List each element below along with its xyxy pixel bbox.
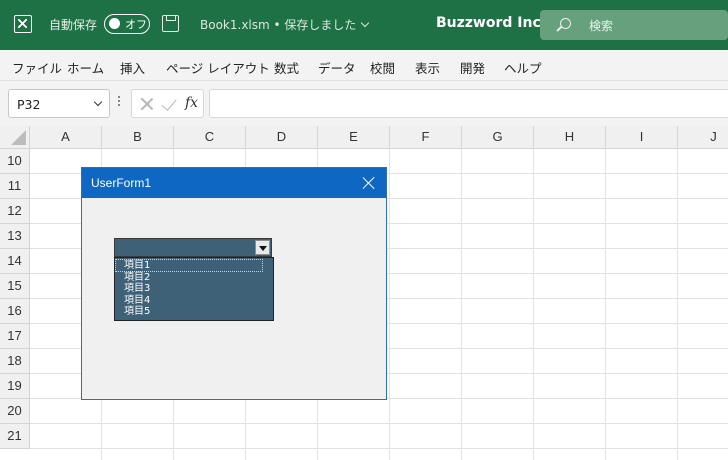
tab-view[interactable]: 表示: [415, 58, 440, 77]
chevron-down-icon[interactable]: [93, 97, 103, 107]
dropdown-arrow-icon[interactable]: [255, 240, 270, 255]
search-icon: [560, 18, 571, 29]
chevron-down-icon: [361, 18, 370, 28]
list-item[interactable]: 項目3: [124, 283, 150, 294]
cancel-icon[interactable]: [140, 97, 154, 111]
excel-logo-icon: [14, 15, 32, 33]
column-header[interactable]: E: [318, 126, 390, 149]
row-header[interactable]: 12: [0, 199, 30, 224]
insert-function-button[interactable]: fx: [185, 95, 198, 111]
row-header[interactable]: 21: [0, 424, 30, 449]
column-header[interactable]: D: [246, 126, 318, 149]
row-header[interactable]: 10: [0, 149, 30, 174]
tab-home[interactable]: ホーム: [67, 58, 104, 77]
toggle-knob: [109, 18, 120, 29]
autosave-toggle[interactable]: オフ: [104, 14, 150, 34]
gridline: [30, 448, 728, 449]
gridline: [677, 149, 678, 460]
tab-review[interactable]: 校閲: [370, 58, 395, 77]
document-name-text: Book1.xlsm • 保存しました: [200, 18, 357, 32]
resize-handle[interactable]: [118, 96, 121, 112]
column-header[interactable]: F: [390, 126, 462, 149]
column-header[interactable]: A: [30, 126, 102, 149]
document-name[interactable]: Book1.xlsm • 保存しました: [200, 16, 370, 33]
row-header[interactable]: 18: [0, 349, 30, 374]
formula-buttons: fx: [131, 89, 204, 118]
combobox[interactable]: [114, 238, 272, 257]
close-icon[interactable]: [360, 174, 378, 192]
column-header[interactable]: J: [678, 126, 728, 149]
tab-insert[interactable]: 挿入: [120, 58, 145, 77]
select-all-button[interactable]: [0, 126, 30, 149]
save-icon[interactable]: [162, 15, 179, 32]
column-header[interactable]: C: [174, 126, 246, 149]
row-header[interactable]: 11: [0, 174, 30, 199]
tab-formulas[interactable]: 数式: [274, 58, 299, 77]
gridline: [605, 149, 606, 460]
combobox-dropdown-list: 項目1 項目2 項目3 項目4 項目5: [114, 257, 274, 321]
gridline: [389, 149, 390, 460]
gridline: [30, 423, 728, 424]
tab-developer[interactable]: 開発: [460, 58, 485, 77]
tab-data[interactable]: データ: [318, 58, 356, 77]
ribbon-tabs: ファイル ホーム 挿入 ページ レイアウト 数式 データ 校閲 表示 開発 ヘル…: [0, 50, 728, 81]
formula-bar: P32 fx: [0, 81, 728, 126]
formula-input[interactable]: [209, 89, 728, 118]
row-header[interactable]: 17: [0, 324, 30, 349]
title-bar: 自動保存 オフ Book1.xlsm • 保存しました Buzzword Inc…: [0, 0, 728, 50]
list-item[interactable]: 項目5: [124, 306, 150, 317]
gridline: [533, 149, 534, 460]
row-header[interactable]: 19: [0, 374, 30, 399]
list-item[interactable]: 項目2: [124, 272, 150, 283]
tab-file[interactable]: ファイル: [12, 58, 62, 77]
row-header[interactable]: 14: [0, 249, 30, 274]
enter-check-icon[interactable]: [161, 95, 177, 111]
autosave-state: オフ: [125, 18, 147, 31]
column-header[interactable]: B: [102, 126, 174, 149]
name-box[interactable]: P32: [8, 89, 110, 118]
column-header[interactable]: I: [606, 126, 678, 149]
userform-titlebar[interactable]: UserForm1: [82, 168, 386, 198]
company-name: Buzzword Inc.: [436, 15, 547, 31]
userform-title: UserForm1: [91, 176, 152, 190]
row-header[interactable]: 16: [0, 299, 30, 324]
tab-help[interactable]: ヘルプ: [504, 58, 542, 77]
row-header[interactable]: 13: [0, 224, 30, 249]
column-header[interactable]: H: [534, 126, 606, 149]
gridline: [461, 149, 462, 460]
row-header[interactable]: 15: [0, 274, 30, 299]
search-placeholder: 検索: [589, 19, 614, 33]
tab-page-layout[interactable]: ページ レイアウト: [166, 58, 270, 77]
row-header[interactable]: 20: [0, 399, 30, 424]
list-item[interactable]: 項目1: [115, 259, 263, 272]
search-box[interactable]: 検索: [540, 10, 728, 40]
list-item[interactable]: 項目4: [124, 295, 150, 306]
name-box-value: P32: [17, 97, 41, 112]
autosave-label: 自動保存: [49, 18, 98, 32]
column-header[interactable]: G: [462, 126, 534, 149]
